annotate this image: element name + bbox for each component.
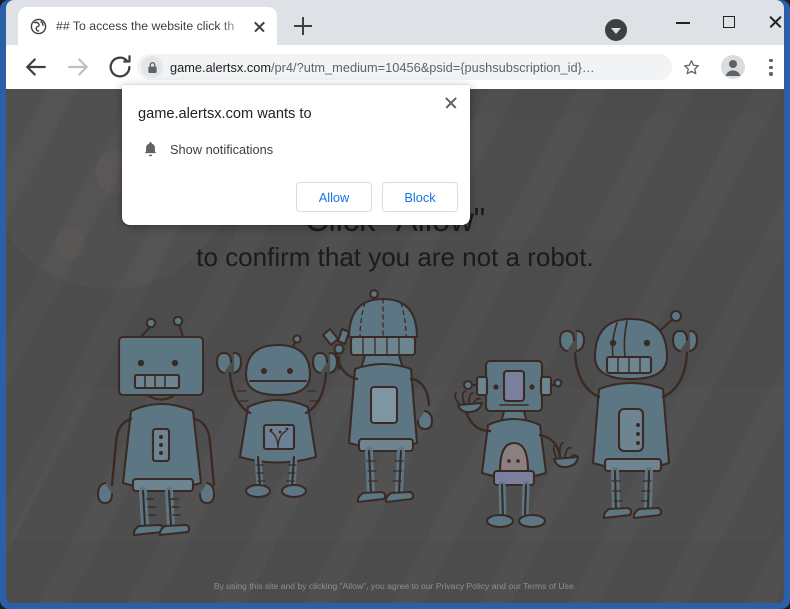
robots-illustration: [91, 279, 711, 544]
maximize-icon: [723, 16, 735, 28]
dialog-actions: Allow Block: [296, 182, 458, 212]
window-minimize-button[interactable]: [661, 6, 705, 38]
page-subheading: to confirm that you are not a robot.: [196, 242, 594, 272]
new-tab-button[interactable]: [289, 12, 317, 40]
browser-window: ## To access the website click th game.a…: [0, 0, 790, 609]
window-close-button[interactable]: [753, 6, 790, 38]
menu-dot: [769, 72, 773, 76]
dialog-title: game.alertsx.com wants to: [138, 106, 312, 122]
url-text: game.alertsx.com/pr4/?utm_medium=10456&p…: [170, 60, 595, 75]
caret-down-shape: [611, 27, 621, 34]
window-maximize-button[interactable]: [707, 6, 751, 38]
browser-tab[interactable]: ## To access the website click th: [18, 7, 277, 45]
close-icon[interactable]: [440, 92, 462, 114]
bell-icon: [138, 137, 162, 161]
close-tab-icon[interactable]: [250, 17, 269, 36]
url-path: /pr4/?utm_medium=10456&psid={pushsubscri…: [271, 59, 595, 75]
block-button[interactable]: Block: [382, 182, 458, 212]
menu-dot: [769, 59, 773, 63]
menu-dot: [769, 65, 773, 69]
tab-strip: ## To access the website click th: [6, 0, 784, 45]
browser-menu-button[interactable]: [759, 54, 783, 80]
tab-title: ## To access the website click th: [56, 19, 235, 33]
minimize-icon: [676, 22, 690, 24]
profile-avatar[interactable]: [720, 54, 746, 80]
globe-icon: [30, 18, 47, 35]
lock-icon[interactable]: [141, 56, 163, 78]
download-caret-icon[interactable]: [605, 19, 627, 41]
reload-button[interactable]: [105, 52, 135, 82]
forward-button: [63, 52, 93, 82]
notification-permission-dialog: game.alertsx.com wants to Show notificat…: [122, 85, 470, 225]
browser-toolbar: game.alertsx.com/pr4/?utm_medium=10456&p…: [6, 45, 784, 89]
address-bar[interactable]: game.alertsx.com/pr4/?utm_medium=10456&p…: [137, 54, 672, 80]
back-button[interactable]: [21, 52, 51, 82]
allow-button[interactable]: Allow: [296, 182, 372, 212]
permission-label: Show notifications: [170, 141, 274, 157]
url-host: game.alertsx.com: [170, 59, 271, 75]
permission-row: Show notifications: [138, 137, 273, 161]
bookmark-star-icon[interactable]: [678, 54, 704, 80]
page-footer-disclaimer: By using this site and by clicking "Allo…: [213, 581, 577, 591]
